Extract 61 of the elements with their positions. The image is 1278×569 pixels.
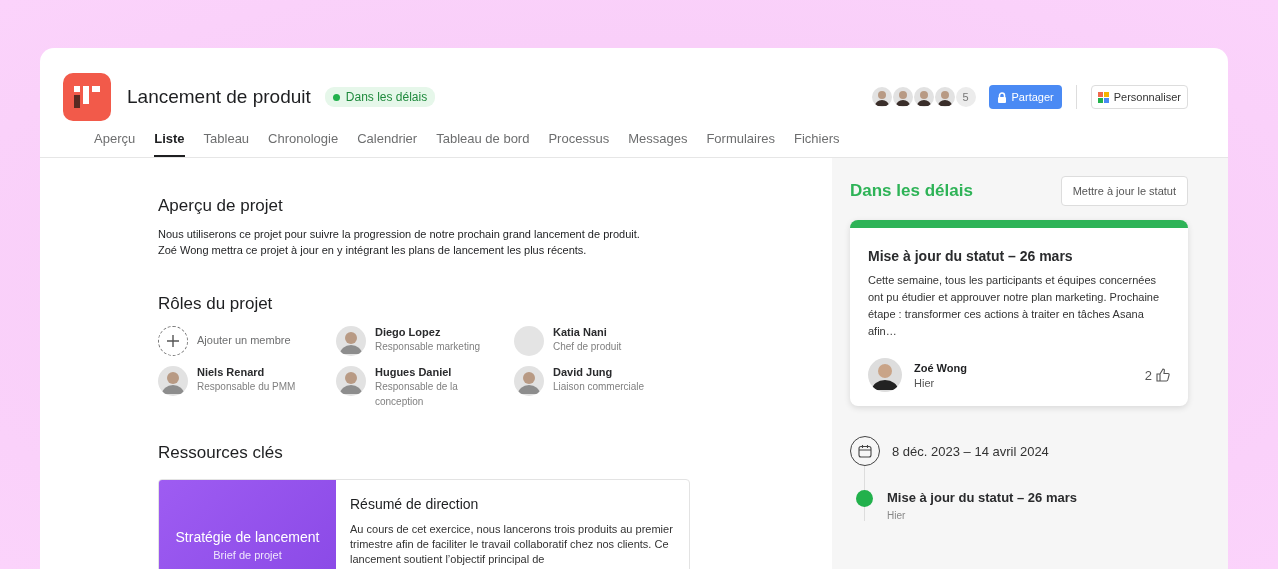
- customize-button[interactable]: Personnaliser: [1090, 85, 1188, 109]
- section-title: Rôles du projet: [158, 294, 274, 314]
- member-name: Katia Nani: [553, 326, 608, 338]
- cover-title: Stratégie de lancement: [175, 529, 320, 545]
- member-avatar: [336, 366, 366, 396]
- status-update-card[interactable]: [850, 220, 1188, 406]
- member-role: Responsable du PMM: [197, 380, 297, 394]
- author-avatar: [868, 358, 902, 392]
- tab[interactable]: Processus: [548, 131, 610, 157]
- like-count[interactable]: 2: [1144, 367, 1152, 383]
- update-time: Hier: [914, 376, 936, 389]
- member-role: Responsable marketing: [375, 340, 482, 354]
- tab[interactable]: Formulaires: [706, 131, 775, 157]
- section-title: Aperçu de projet: [158, 196, 284, 216]
- tab[interactable]: Messages: [628, 131, 688, 157]
- project-logo-icon: [63, 73, 111, 121]
- resource-card[interactable]: [158, 479, 690, 569]
- author-name: Zoé Wong: [914, 361, 967, 374]
- member-name: Hugues Daniel: [375, 366, 453, 378]
- member-count[interactable]: 5: [955, 87, 976, 107]
- resource-title: Résumé de direction: [350, 496, 480, 512]
- member-avatar: [336, 326, 366, 356]
- member-role: Liaison commerciale: [553, 380, 646, 394]
- event-title: Mise à jour du statut – 26 mars: [887, 490, 1077, 505]
- member-avatar[interactable]: [934, 87, 955, 107]
- member-role: Responsable de la conception: [375, 380, 459, 409]
- member-name: Niels Renard: [197, 366, 266, 378]
- overview-text: Nous utiliserons ce projet pour suivre la progression de notre prochain grand lancement de produit. Zoé Wong mettra ce projet à jour en y intégrant les plans de lancement les plus récents.: [158, 227, 641, 258]
- share-button[interactable]: Partager: [988, 85, 1062, 109]
- member-avatar: [514, 366, 544, 396]
- member-avatar[interactable]: [892, 87, 913, 107]
- tab[interactable]: Liste: [154, 131, 185, 157]
- add-member-link[interactable]: Ajouter un membre: [197, 334, 291, 346]
- tab[interactable]: Fichiers: [794, 131, 840, 157]
- lock-icon: [996, 91, 1007, 103]
- tab[interactable]: Calendrier: [357, 131, 418, 157]
- member-avatar[interactable]: [871, 87, 892, 107]
- member-name: Diego Lopez: [375, 326, 442, 338]
- grid-icon: [1097, 91, 1109, 103]
- member-role: Chef de produit: [553, 340, 623, 354]
- project-title: Lancement de produit: [127, 86, 311, 108]
- tab[interactable]: Chronologie: [268, 131, 339, 157]
- cover-subtitle: Brief de projet: [213, 549, 282, 561]
- update-text: Cette semaine, tous les participants et équipes concernées ont pu étudier et approuver notre plan marketing. Prochaine étape : transformer ces actions à traiter en tâches Asana afin…: [868, 273, 1160, 339]
- member-avatar[interactable]: [913, 87, 934, 107]
- member-avatar: [158, 366, 188, 396]
- calendar-icon: [850, 436, 880, 466]
- date-range: 8 déc. 2023 – 14 avril 2024: [892, 443, 1049, 459]
- tab[interactable]: Aperçu: [94, 131, 136, 157]
- update-status-button[interactable]: Mettre à jour le statut: [1060, 176, 1188, 206]
- section-title: Ressources clés: [158, 443, 284, 463]
- status-heading: Dans les délais: [850, 181, 973, 201]
- status-badge: Dans les délais: [324, 87, 436, 107]
- thumbs-up-icon[interactable]: [1156, 368, 1170, 382]
- tab[interactable]: Tableau: [203, 131, 250, 157]
- update-title: Mise à jour du statut – 26 mars: [868, 248, 1074, 264]
- tab[interactable]: Tableau de bord: [436, 131, 530, 157]
- member-name: David Jung: [553, 366, 614, 378]
- event-time: Hier: [887, 510, 907, 521]
- member-avatar: [514, 326, 544, 356]
- resource-text: Au cours de cet exercice, nous lancerons trois produits au premier trimestre afin de faciliter le travail collaboratif chez nos clients. Ce lancement soutient l’objectif principal de: [350, 522, 674, 567]
